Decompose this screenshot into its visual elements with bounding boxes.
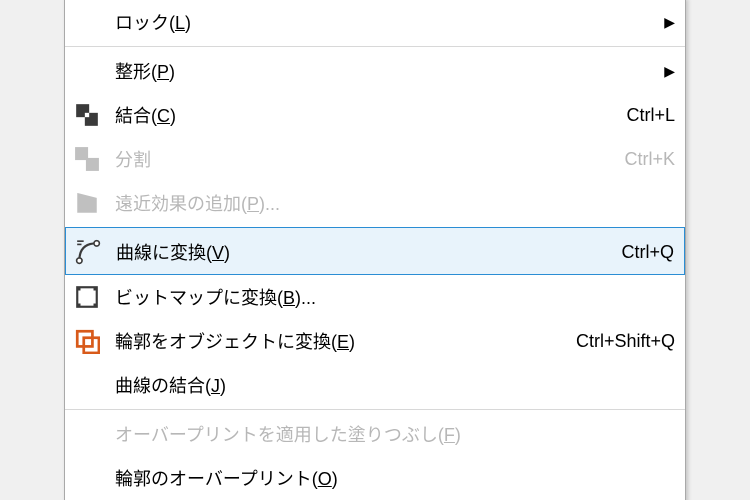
menu-item-4: 遠近効果の追加(P)... xyxy=(65,181,685,225)
menu-item-10[interactable]: 輪郭のオーバープリント(O) xyxy=(65,456,685,500)
menu-item-label: 整形(P) xyxy=(115,58,656,84)
no-icon xyxy=(71,6,103,38)
context-menu: ロック(L) ▶ 整形(P) ▶ 結合(C) Ctrl+L 分割 Ctrl+K 遠近効果の追加(… xyxy=(64,0,686,500)
menu-item-2[interactable]: 結合(C) Ctrl+L xyxy=(65,93,685,137)
bitmap-icon xyxy=(71,281,103,313)
menu-item-shortcut: Ctrl+Q xyxy=(621,242,674,263)
no-icon xyxy=(71,418,103,450)
menu-item-label: ビットマップに変換(B)... xyxy=(115,284,675,310)
submenu-arrow-icon: ▶ xyxy=(664,14,675,31)
menu-item-shortcut: Ctrl+K xyxy=(624,149,675,170)
menu-item-label: 輪郭をオブジェクトに変換(E) xyxy=(115,328,558,354)
menu-item-1[interactable]: 整形(P) ▶ xyxy=(65,46,685,93)
menu-item-9: オーバープリントを適用した塗りつぶし(F) xyxy=(65,409,685,456)
menu-item-label: 遠近効果の追加(P)... xyxy=(115,190,675,216)
no-icon xyxy=(71,462,103,494)
menu-item-label: 曲線の結合(J) xyxy=(115,372,675,398)
outline-icon xyxy=(71,325,103,357)
menu-item-label: 輪郭のオーバープリント(O) xyxy=(115,465,675,491)
no-icon xyxy=(71,369,103,401)
menu-item-label: ロック(L) xyxy=(115,9,656,35)
no-icon xyxy=(71,55,103,87)
submenu-arrow-icon: ▶ xyxy=(664,63,675,80)
menu-item-label: 分割 xyxy=(115,146,606,172)
menu-item-3: 分割 Ctrl+K xyxy=(65,137,685,181)
menu-item-5[interactable]: 曲線に変換(V) Ctrl+Q xyxy=(65,227,685,275)
perspective-icon xyxy=(71,187,103,219)
menu-item-label: オーバープリントを適用した塗りつぶし(F) xyxy=(115,421,675,447)
menu-item-7[interactable]: 輪郭をオブジェクトに変換(E) Ctrl+Shift+Q xyxy=(65,319,685,363)
menu-item-label: 結合(C) xyxy=(115,102,608,128)
curve-icon xyxy=(72,236,104,268)
menu-item-0[interactable]: ロック(L) ▶ xyxy=(65,0,685,44)
combine-icon xyxy=(71,99,103,131)
menu-item-6[interactable]: ビットマップに変換(B)... xyxy=(65,275,685,319)
menu-item-8[interactable]: 曲線の結合(J) xyxy=(65,363,685,407)
menu-item-shortcut: Ctrl+L xyxy=(626,105,675,126)
menu-item-label: 曲線に変換(V) xyxy=(116,239,603,265)
menu-item-shortcut: Ctrl+Shift+Q xyxy=(576,331,675,352)
break-icon xyxy=(71,143,103,175)
